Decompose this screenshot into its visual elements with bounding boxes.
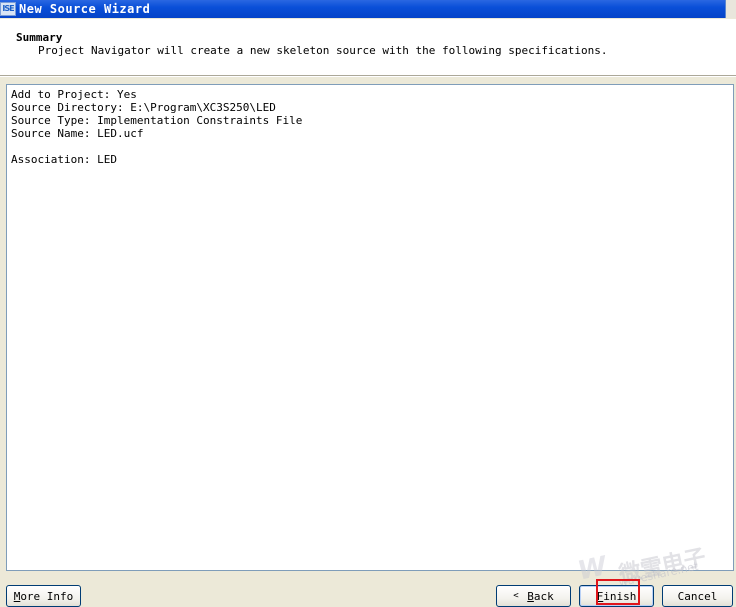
page-subtitle: Project Navigator will create a new skel… xyxy=(38,44,608,57)
title-bar[interactable]: ISE New Source Wizard xyxy=(0,0,736,18)
new-source-wizard-window: ISE New Source Wizard Summary Project Na… xyxy=(0,0,736,607)
summary-source-type: Source Type: Implementation Constraints … xyxy=(11,114,303,127)
back-mnemonic: B xyxy=(527,589,534,603)
header-divider xyxy=(0,76,736,77)
summary-add-to-project: Add to Project: Yes xyxy=(11,88,137,101)
finish-mnemonic: F xyxy=(596,589,604,603)
finish-button[interactable]: Finish xyxy=(579,585,654,607)
summary-source-name: Source Name: LED.ucf xyxy=(11,127,144,140)
more-info-button[interactable]: More Info xyxy=(6,585,81,607)
back-button[interactable]: < Back xyxy=(496,585,571,607)
title-bar-edge xyxy=(725,0,736,18)
more-info-label: ore Info xyxy=(20,589,74,603)
xilinx-ise-icon: ISE xyxy=(0,2,16,16)
summary-association: Association: LED xyxy=(11,153,117,166)
page-title: Summary xyxy=(16,31,63,44)
back-label: ack xyxy=(533,589,554,603)
summary-text-area[interactable]: Add to Project: Yes Source Directory: E:… xyxy=(6,84,734,571)
back-arrow-icon: < xyxy=(513,591,519,601)
cancel-button[interactable]: Cancel xyxy=(662,585,733,607)
finish-label: inish xyxy=(603,589,637,603)
summary-source-directory: Source Directory: E:\Program\XC3S250\LED xyxy=(11,101,276,114)
window-title: New Source Wizard xyxy=(19,2,151,16)
summary-blank-line xyxy=(11,140,733,153)
more-info-mnemonic: M xyxy=(13,589,21,603)
wizard-header: Summary Project Navigator will create a … xyxy=(0,19,736,76)
